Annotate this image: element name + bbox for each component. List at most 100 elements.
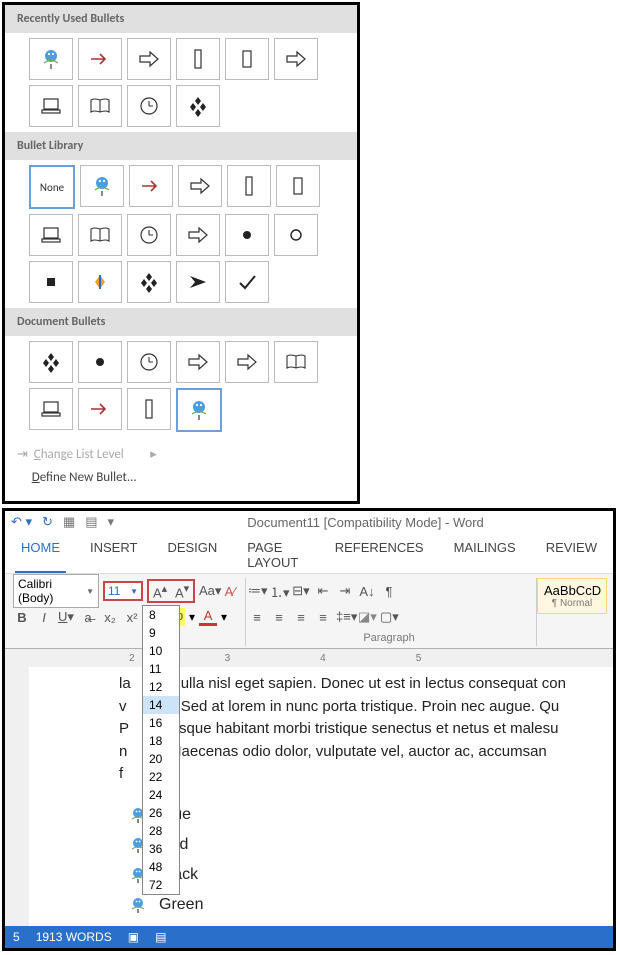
font-size-option-26[interactable]: 26 bbox=[143, 804, 179, 822]
bullets-button[interactable]: ≔▾ bbox=[248, 583, 266, 599]
style-normal[interactable]: AaBbCcD ¶ Normal bbox=[537, 578, 607, 614]
shrink-font-button[interactable]: A▾ bbox=[173, 582, 191, 600]
bullet-none[interactable]: None bbox=[29, 165, 75, 209]
font-size-option-16[interactable]: 16 bbox=[143, 714, 179, 732]
align-right-button[interactable]: ≡ bbox=[292, 610, 310, 625]
numbering-button[interactable]: ⒈▾ bbox=[270, 582, 288, 601]
bullet-arrow-outline-3[interactable] bbox=[176, 214, 220, 256]
font-size-option-48[interactable]: 48 bbox=[143, 858, 179, 876]
tab-review[interactable]: REVIEW bbox=[540, 537, 603, 573]
change-case-button[interactable]: Aa▾ bbox=[199, 583, 217, 599]
bullet-arrow-outline[interactable] bbox=[127, 38, 171, 80]
bold-button[interactable]: B bbox=[13, 610, 31, 625]
status-icon-1[interactable]: ▣ bbox=[128, 930, 139, 944]
bullet-globe[interactable] bbox=[29, 38, 73, 80]
font-color-button[interactable]: A bbox=[199, 608, 217, 626]
underline-button[interactable]: U▾ bbox=[57, 609, 75, 625]
font-size-option-11[interactable]: 11 bbox=[143, 660, 179, 678]
bullet-globe-selected[interactable] bbox=[176, 388, 222, 432]
bullet-rect[interactable] bbox=[276, 165, 320, 207]
tab-design[interactable]: DESIGN bbox=[161, 537, 223, 573]
bullet-check[interactable] bbox=[225, 261, 269, 303]
line-spacing-button[interactable]: ‡≡▾ bbox=[336, 609, 354, 625]
status-icon-2[interactable]: ▤ bbox=[155, 930, 166, 944]
strike-button[interactable]: a̶ bbox=[79, 610, 97, 625]
status-page[interactable]: 5 bbox=[13, 930, 20, 944]
font-size-option-8[interactable]: 8 bbox=[143, 606, 179, 624]
superscript-button[interactable]: x² bbox=[123, 610, 141, 625]
bullet-clock[interactable] bbox=[127, 214, 171, 256]
tab-insert[interactable]: INSERT bbox=[84, 537, 143, 573]
bullet-book[interactable] bbox=[78, 214, 122, 256]
borders-button[interactable]: ▢▾ bbox=[380, 609, 398, 625]
bullet-arrow-outline-4[interactable] bbox=[176, 341, 220, 383]
bullet-dot[interactable] bbox=[225, 214, 269, 256]
bullet-diamonds-2[interactable] bbox=[127, 261, 171, 303]
bullet-globe[interactable] bbox=[80, 165, 124, 207]
bullet-rect[interactable] bbox=[225, 38, 269, 80]
bullet-arrowhead[interactable] bbox=[176, 261, 220, 303]
bullet-arrow-red[interactable] bbox=[78, 38, 122, 80]
qat-icon-1[interactable]: ▦ bbox=[63, 514, 75, 530]
font-size-option-12[interactable]: 12 bbox=[143, 678, 179, 696]
clear-format-button[interactable]: A⁄ bbox=[221, 584, 239, 599]
bullet-arrow-outline-2[interactable] bbox=[274, 38, 318, 80]
show-marks-button[interactable]: ¶ bbox=[380, 584, 398, 599]
increase-indent-button[interactable]: ⇥ bbox=[336, 583, 354, 599]
bullet-diamonds-3[interactable] bbox=[29, 341, 73, 383]
bullet-book-2[interactable] bbox=[274, 341, 318, 383]
sort-button[interactable]: A↓ bbox=[358, 584, 376, 599]
font-size-dropdown[interactable]: 891011121416182022242628364872 bbox=[142, 605, 180, 895]
font-size-option-18[interactable]: 18 bbox=[143, 732, 179, 750]
align-left-button[interactable]: ≡ bbox=[248, 610, 266, 625]
bullet-diamonds[interactable] bbox=[176, 85, 220, 127]
bullet-laptop-2[interactable] bbox=[29, 388, 73, 430]
font-size-combo[interactable]: 11▼ bbox=[103, 581, 143, 601]
bullet-circle[interactable] bbox=[274, 214, 318, 256]
font-size-option-28[interactable]: 28 bbox=[143, 822, 179, 840]
font-size-option-9[interactable]: 9 bbox=[143, 624, 179, 642]
tab-references[interactable]: REFERENCES bbox=[329, 537, 430, 573]
tab-mailings[interactable]: MAILINGS bbox=[448, 537, 522, 573]
bullet-book[interactable] bbox=[78, 85, 122, 127]
bullet-dot-2[interactable] bbox=[78, 341, 122, 383]
decrease-indent-button[interactable]: ⇤ bbox=[314, 583, 332, 599]
font-combo[interactable]: Calibri (Body)▼ bbox=[13, 574, 99, 608]
font-size-option-10[interactable]: 10 bbox=[143, 642, 179, 660]
bullet-arrow-red[interactable] bbox=[129, 165, 173, 207]
font-size-option-20[interactable]: 20 bbox=[143, 750, 179, 768]
justify-button[interactable]: ≡ bbox=[314, 610, 332, 625]
bullet-clock-2[interactable] bbox=[127, 341, 171, 383]
italic-button[interactable]: I bbox=[35, 610, 53, 625]
redo-button[interactable]: ↻ bbox=[42, 514, 53, 530]
shading-button[interactable]: ◪▾ bbox=[358, 609, 376, 625]
define-new-bullet[interactable]: Define New Bullet... bbox=[17, 466, 345, 489]
subscript-button[interactable]: x₂ bbox=[101, 610, 119, 625]
bullet-rect-tall[interactable] bbox=[176, 38, 220, 80]
bullet-arrow-red-2[interactable] bbox=[78, 388, 122, 430]
bullet-arrow-outline[interactable] bbox=[178, 165, 222, 207]
bullet-laptop[interactable] bbox=[29, 85, 73, 127]
font-size-option-72[interactable]: 72 bbox=[143, 876, 179, 894]
bullet-rect-tall[interactable] bbox=[227, 165, 271, 207]
multilevel-button[interactable]: ⊟▾ bbox=[292, 583, 310, 599]
status-words[interactable]: 1913 WORDS bbox=[36, 930, 112, 944]
tab-home[interactable]: HOME bbox=[15, 537, 66, 573]
grow-font-button[interactable]: A▴ bbox=[151, 582, 169, 600]
document-body[interactable]: la nulla nisl eget sapien. Donec ut est … bbox=[29, 667, 613, 926]
bullet-arrow-outline-5[interactable] bbox=[225, 341, 269, 383]
align-center-button[interactable]: ≡ bbox=[270, 610, 288, 625]
tab-page-layout[interactable]: PAGE LAYOUT bbox=[241, 537, 310, 573]
bullet-square[interactable] bbox=[29, 261, 73, 303]
font-size-option-22[interactable]: 22 bbox=[143, 768, 179, 786]
bullet-color-diamond[interactable] bbox=[78, 261, 122, 303]
font-size-option-24[interactable]: 24 bbox=[143, 786, 179, 804]
qat-icon-2[interactable]: ▤ bbox=[85, 514, 97, 530]
font-size-option-36[interactable]: 36 bbox=[143, 840, 179, 858]
bullet-clock[interactable] bbox=[127, 85, 171, 127]
undo-button[interactable]: ↶ ▾ bbox=[11, 514, 32, 530]
bullet-rect-tall-2[interactable] bbox=[127, 388, 171, 430]
bullet-laptop[interactable] bbox=[29, 214, 73, 256]
font-size-option-14[interactable]: 14 bbox=[143, 696, 179, 714]
qat-customize[interactable]: ▾ bbox=[108, 514, 115, 530]
